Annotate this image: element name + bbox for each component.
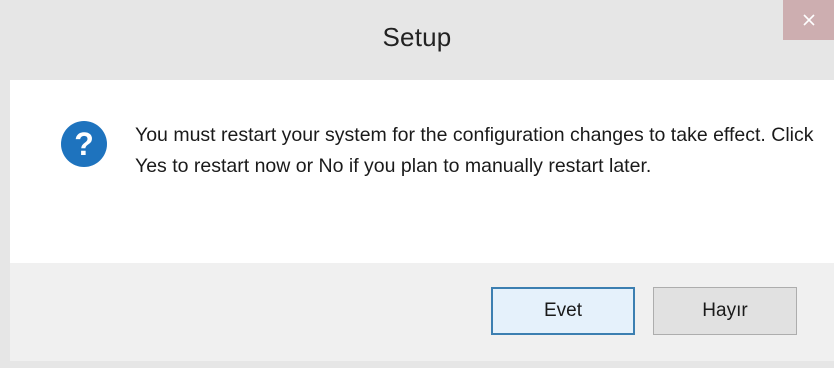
question-icon: ? — [61, 121, 107, 167]
window-title: Setup — [382, 22, 452, 52]
setup-dialog-window: Setup ? You must restart your system for… — [0, 0, 834, 368]
close-button[interactable] — [783, 0, 834, 40]
no-button[interactable]: Hayır — [653, 287, 797, 335]
dialog-button-bar: Evet Hayır — [10, 263, 834, 361]
dialog-content: ? You must restart your system for the c… — [10, 80, 834, 263]
title-bar[interactable]: Setup — [0, 0, 834, 80]
window-bottom-border — [0, 361, 834, 368]
question-mark-glyph: ? — [74, 126, 94, 162]
dialog-message: You must restart your system for the con… — [135, 124, 814, 177]
close-icon — [802, 14, 815, 26]
yes-button[interactable]: Evet — [491, 287, 635, 335]
